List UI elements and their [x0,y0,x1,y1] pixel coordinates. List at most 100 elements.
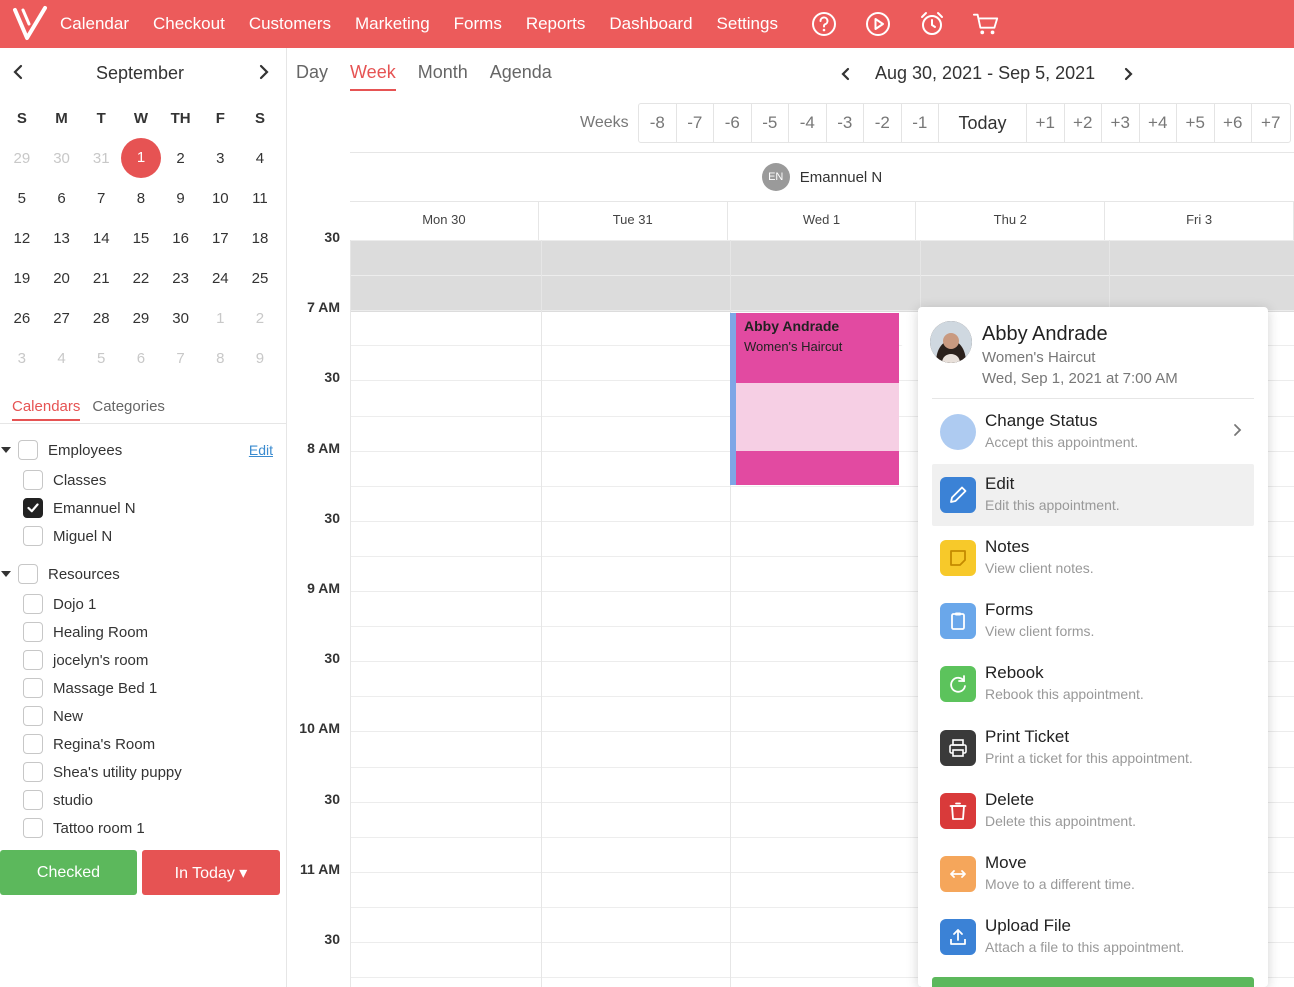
action-notes[interactable]: Notes View client notes. [932,527,1254,589]
checkbox-resources[interactable] [18,564,38,584]
tab-month[interactable]: Month [418,62,468,91]
employee-checkbox[interactable] [23,470,43,490]
resource-checkbox[interactable] [23,762,43,782]
mini-day[interactable]: 20 [42,270,82,287]
week-jump-button[interactable]: -2 [864,104,902,142]
mini-day[interactable]: 2 [161,150,201,167]
popup-bottom-button[interactable] [932,977,1254,987]
week-jump-button[interactable]: +2 [1065,104,1102,142]
resource-item[interactable]: New [0,702,287,730]
week-jump-button[interactable]: +5 [1177,104,1215,142]
mini-day[interactable]: 27 [42,310,82,327]
mini-day[interactable]: 4 [42,350,82,367]
mini-day[interactable]: 3 [2,350,42,367]
mini-day[interactable]: 14 [81,230,121,247]
resource-checkbox[interactable] [23,650,43,670]
tab-agenda[interactable]: Agenda [490,62,552,91]
alarm-clock-icon[interactable] [918,10,946,38]
mini-day[interactable]: 5 [2,190,42,207]
week-jump-button[interactable]: -5 [752,104,789,142]
mini-day[interactable]: 5 [81,350,121,367]
week-jump-button[interactable]: -7 [677,104,714,142]
chevron-right-icon[interactable] [1230,423,1244,437]
today-button[interactable]: Today [939,104,1027,142]
mini-day[interactable]: 6 [121,350,161,367]
nav-item-dashboard[interactable]: Dashboard [609,14,692,34]
resource-checkbox[interactable] [23,818,43,838]
mini-day[interactable]: 18 [240,230,280,247]
action-upload-file[interactable]: Upload File Attach a file to this appoint… [932,906,1254,968]
mini-day[interactable]: 7 [161,350,201,367]
tab-calendars[interactable]: Calendars [12,398,81,421]
prev-week-icon[interactable] [836,64,856,84]
mini-day[interactable]: 12 [2,230,42,247]
mini-day[interactable]: 29 [2,150,42,167]
edit-employees-link[interactable]: Edit [249,442,273,458]
mini-day[interactable]: 3 [200,150,240,167]
week-jump-button[interactable]: +7 [1252,104,1290,142]
resource-item[interactable]: Dojo 1 [0,590,287,618]
tab-day[interactable]: Day [296,62,328,91]
resource-checkbox[interactable] [23,790,43,810]
resource-item[interactable]: Shea's utility puppy [0,758,287,786]
week-jump-button[interactable]: +4 [1140,104,1177,142]
resource-checkbox[interactable] [23,622,43,642]
resource-item[interactable]: Tattoo room 1 [0,814,287,842]
week-jump-button[interactable]: +3 [1102,104,1140,142]
resource-item[interactable]: Regina's Room [0,730,287,758]
resource-checkbox[interactable] [23,706,43,726]
employee-checkbox[interactable] [23,498,43,518]
action-forms[interactable]: Forms View client forms. [932,590,1254,652]
nav-item-reports[interactable]: Reports [526,14,586,34]
week-jump-button[interactable]: -6 [714,104,752,142]
action-change-status[interactable]: Change Status Accept this appointment. [932,401,1254,463]
checked-button[interactable]: Checked [0,850,137,895]
next-week-icon[interactable] [1118,64,1138,84]
mini-day[interactable]: 8 [200,350,240,367]
action-edit[interactable]: Edit Edit this appointment. [932,464,1254,527]
action-rebook[interactable]: Rebook Rebook this appointment. [932,653,1254,715]
mini-day[interactable]: 25 [240,270,280,287]
mini-day[interactable]: 9 [240,350,280,367]
mini-day[interactable]: 29 [121,310,161,327]
mini-day[interactable]: 31 [81,150,121,167]
appointment-block[interactable]: Abby Andrade Women's Haircut [730,313,899,485]
play-icon[interactable] [864,10,892,38]
employee-checkbox[interactable] [23,526,43,546]
week-jump-button[interactable]: -1 [902,104,939,142]
mini-day[interactable]: 15 [121,230,161,247]
in-today-button[interactable]: In Today ▾ [142,850,280,895]
action-print-ticket[interactable]: Print Ticket Print a ticket for this appo… [932,717,1254,779]
help-icon[interactable] [810,10,838,38]
mini-day[interactable]: 23 [161,270,201,287]
day-header[interactable]: Mon 30 [350,202,539,240]
day-header[interactable]: Thu 2 [916,202,1106,240]
nav-item-settings[interactable]: Settings [717,14,778,34]
vagaro-logo-icon[interactable] [0,0,60,48]
mini-next-month-icon[interactable] [254,62,274,82]
employee-item[interactable]: Miguel N [0,522,287,550]
day-header[interactable]: Fri 3 [1105,202,1294,240]
caret-down-icon[interactable] [1,571,11,577]
week-jump-button[interactable]: +1 [1027,104,1065,142]
action-move[interactable]: Move Move to a different time. [932,843,1254,905]
mini-day[interactable]: 24 [200,270,240,287]
mini-day[interactable]: 11 [240,190,280,207]
cart-icon[interactable] [972,10,1000,38]
tab-week[interactable]: Week [350,62,396,91]
week-jump-button[interactable]: -8 [639,104,677,142]
mini-day[interactable]: 28 [81,310,121,327]
action-delete[interactable]: Delete Delete this appointment. [932,780,1254,842]
nav-item-customers[interactable]: Customers [249,14,331,34]
mini-day[interactable]: 6 [42,190,82,207]
resource-item[interactable]: jocelyn's room [0,646,287,674]
checkbox-employees[interactable] [18,440,38,460]
mini-day[interactable]: 1 [200,310,240,327]
mini-day[interactable]: 10 [200,190,240,207]
mini-day[interactable]: 4 [240,150,280,167]
day-header[interactable]: Wed 1 [728,202,917,240]
mini-day[interactable]: 22 [121,270,161,287]
employee-item[interactable]: Emannuel N [0,494,287,522]
nav-item-checkout[interactable]: Checkout [153,14,225,34]
mini-day-today[interactable]: 1 [121,138,162,178]
